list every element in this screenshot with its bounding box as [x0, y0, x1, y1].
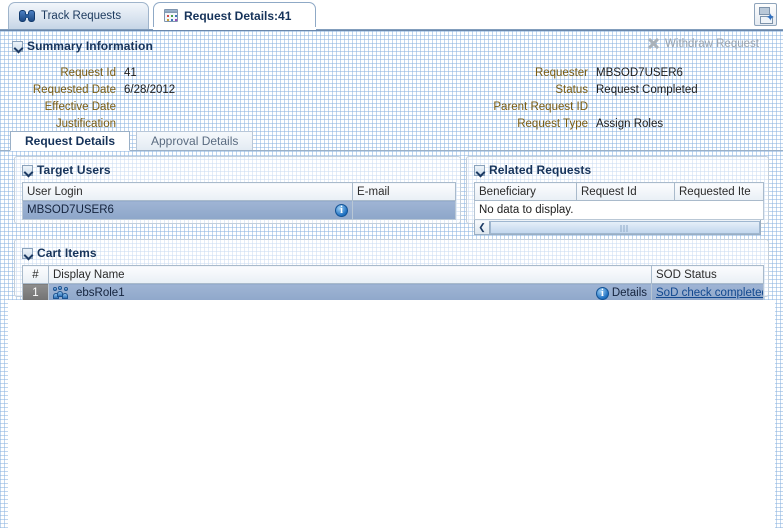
tab-track-requests[interactable]: Track Requests — [8, 2, 149, 29]
horizontal-scrollbar[interactable]: ❮ — [474, 220, 761, 235]
main-tab-bar: Track Requests Request Details:41 — [0, 0, 783, 31]
cart-items-header[interactable]: Cart Items — [22, 245, 761, 261]
field-request-type-label: Request Type — [517, 117, 588, 130]
sod-status-link[interactable]: SoD check completed — [656, 287, 763, 299]
field-parent-request-id: Parent Request ID — [400, 98, 783, 115]
field-justification: Justification — [0, 115, 330, 132]
target-users-header[interactable]: Target Users — [22, 162, 453, 178]
field-justification-label: Justification — [55, 117, 116, 130]
save-icon[interactable]: ✦ — [754, 3, 777, 26]
subtab-approval-details[interactable]: Approval Details — [136, 131, 254, 151]
column-index[interactable]: # — [22, 265, 49, 284]
target-users-title: Target Users — [37, 163, 111, 177]
field-request-type-value: Assign Roles — [596, 117, 664, 130]
column-user-login[interactable]: User Login — [22, 182, 353, 201]
related-requests-table: Beneficiary Request Id Requested Ite No … — [474, 182, 764, 220]
withdraw-request-button[interactable]: Withdraw Request — [647, 37, 759, 50]
field-requester-label: Requester — [534, 66, 588, 79]
field-effective-date: Effective Date — [0, 98, 330, 115]
no-data-message: No data to display. — [474, 200, 764, 220]
field-requested-date-value: 6/28/2012 — [124, 83, 176, 96]
table-header-row: # Display Name SOD Status — [22, 265, 764, 284]
sub-tab-bar: Request Details Approval Details — [0, 131, 783, 151]
chevron-down-icon[interactable] — [12, 40, 23, 52]
field-status-label: Status — [555, 83, 588, 96]
column-sod-status[interactable]: SOD Status — [651, 265, 764, 284]
table-header-row: Beneficiary Request Id Requested Ite — [474, 182, 764, 201]
scrollbar-track[interactable] — [490, 220, 760, 234]
related-requests-header[interactable]: Related Requests — [474, 162, 761, 178]
cart-items-table: # Display Name SOD Status 1 ebsRole1 i D… — [22, 265, 764, 303]
field-status: Status Request Completed — [400, 81, 783, 98]
cell-display-name-value: ebsRole1 — [76, 287, 125, 299]
role-group-icon — [53, 286, 68, 299]
info-icon[interactable]: i — [335, 203, 348, 217]
field-effective-date-label: Effective Date — [44, 100, 116, 113]
table-row[interactable]: MBSOD7USER6 i — [22, 200, 456, 220]
info-icon[interactable]: i — [595, 286, 609, 300]
binoculars-icon — [19, 10, 35, 22]
subtab-request-details[interactable]: Request Details — [10, 131, 131, 151]
column-requested-item[interactable]: Requested Ite — [674, 182, 764, 201]
field-request-type: Request Type Assign Roles — [400, 115, 783, 132]
summary-information-title: Summary Information — [27, 39, 153, 53]
scrollbar-grip-icon — [620, 224, 630, 232]
cell-user-login-value: MBSOD7USER6 — [27, 204, 114, 216]
save-icon-badge: ✦ — [765, 12, 775, 24]
cart-items-panel: Cart Items # Display Name SOD Status 1 e… — [14, 239, 769, 303]
tab-request-details[interactable]: Request Details:41 — [153, 2, 316, 30]
field-request-id-value: 41 — [124, 66, 137, 79]
summary-right-fields: Requester MBSOD7USER6 Status Request Com… — [400, 64, 783, 132]
table-row-empty: No data to display. — [474, 200, 764, 220]
related-requests-title: Related Requests — [489, 163, 592, 177]
application-window: Track Requests Request Details:41 ✦ Summ… — [0, 0, 783, 528]
column-display-name[interactable]: Display Name — [48, 265, 652, 284]
target-users-table: User Login E-mail MBSOD7USER6 i — [22, 182, 456, 220]
cell-email — [352, 200, 456, 220]
column-beneficiary[interactable]: Beneficiary — [474, 182, 577, 201]
tab-track-requests-label: Track Requests — [41, 10, 122, 22]
field-requested-date-label: Requested Date — [32, 83, 116, 96]
target-users-panel: Target Users User Login E-mail MBSOD7USE… — [14, 156, 461, 224]
details-link[interactable]: Details — [612, 287, 647, 299]
scrollbar-thumb[interactable] — [490, 220, 760, 234]
report-icon — [164, 9, 178, 22]
scroll-left-arrow-icon[interactable]: ❮ — [475, 220, 490, 234]
content-canvas — [8, 300, 775, 528]
field-requested-date: Requested Date 6/28/2012 — [0, 81, 330, 98]
cell-user-login: MBSOD7USER6 i — [22, 200, 353, 220]
field-requester-value: MBSOD7USER6 — [596, 66, 683, 79]
chevron-down-icon[interactable] — [22, 247, 33, 259]
column-request-id[interactable]: Request Id — [576, 182, 675, 201]
table-header-row: User Login E-mail — [22, 182, 456, 201]
field-status-value: Request Completed — [596, 83, 698, 96]
cancel-x-icon — [647, 37, 660, 50]
withdraw-request-label: Withdraw Request — [665, 37, 759, 50]
field-parent-request-id-label: Parent Request ID — [493, 100, 588, 113]
tab-request-details-label: Request Details:41 — [184, 8, 292, 23]
field-request-id: Request Id 41 — [0, 64, 330, 81]
summary-left-fields: Request Id 41 Requested Date 6/28/2012 E… — [0, 64, 330, 132]
related-requests-panel: Related Requests Beneficiary Request Id … — [466, 156, 769, 235]
chevron-down-icon[interactable] — [22, 164, 33, 176]
cart-items-title: Cart Items — [37, 246, 97, 260]
chevron-down-icon[interactable] — [474, 164, 485, 176]
field-request-id-label: Request Id — [60, 66, 116, 79]
field-requester: Requester MBSOD7USER6 — [400, 64, 783, 81]
column-email[interactable]: E-mail — [352, 182, 456, 201]
